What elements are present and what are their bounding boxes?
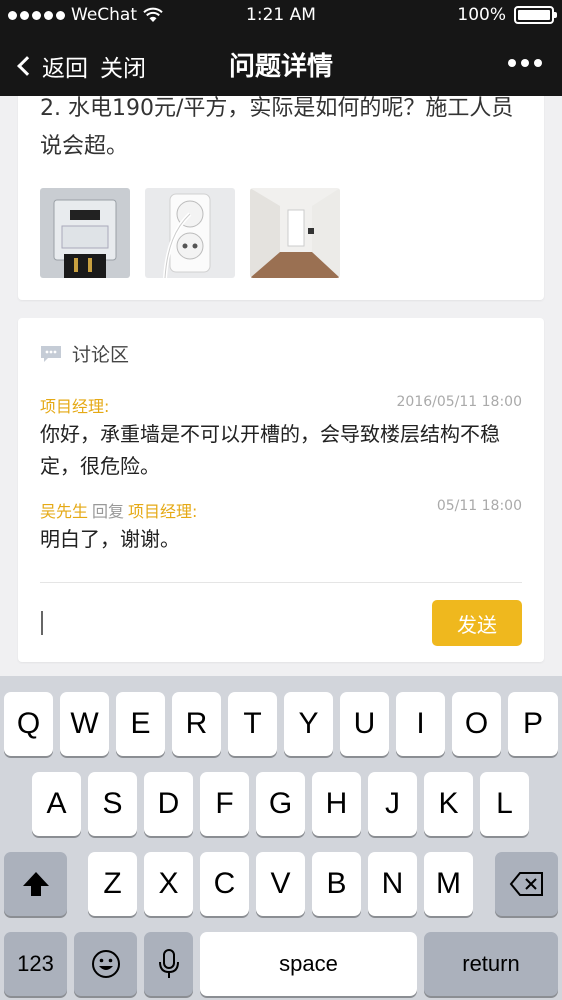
- nav-bar: 返回 关闭 问题详情: [0, 30, 562, 96]
- key-k[interactable]: K: [424, 772, 473, 836]
- key-u[interactable]: U: [340, 692, 389, 756]
- key-b[interactable]: B: [312, 852, 361, 916]
- return-key[interactable]: return: [424, 932, 558, 996]
- battery-percent: 100%: [457, 5, 506, 25]
- shift-key[interactable]: [4, 852, 67, 916]
- chat-bubble-icon: [41, 345, 61, 362]
- key-i[interactable]: I: [396, 692, 445, 756]
- battery-icon: [514, 6, 557, 24]
- key-q[interactable]: Q: [4, 692, 53, 756]
- key-c[interactable]: C: [200, 852, 249, 916]
- dictation-key[interactable]: [144, 932, 193, 996]
- key-t[interactable]: T: [228, 692, 277, 756]
- emoji-icon: [91, 950, 120, 978]
- backspace-icon: [509, 872, 543, 896]
- author-name[interactable]: 项目经理:: [40, 397, 109, 416]
- key-z[interactable]: Z: [88, 852, 137, 916]
- key-n[interactable]: N: [368, 852, 417, 916]
- key-w[interactable]: W: [60, 692, 109, 756]
- key-d[interactable]: D: [144, 772, 193, 836]
- key-h[interactable]: H: [312, 772, 361, 836]
- photo-electric-meter[interactable]: [40, 188, 130, 278]
- key-e[interactable]: E: [116, 692, 165, 756]
- photo-gallery: [40, 188, 340, 278]
- reply-target[interactable]: 项目经理:: [128, 502, 197, 521]
- delete-key[interactable]: [495, 852, 558, 916]
- key-m[interactable]: M: [424, 852, 473, 916]
- comment-input[interactable]: [41, 611, 43, 635]
- discussion-header: 讨论区: [40, 340, 129, 367]
- issue-description: 2. 水电190元/平方，实际是如何的呢？施工人员说会超。: [40, 96, 514, 159]
- numbers-key[interactable]: 123: [4, 932, 67, 996]
- comment-time: 2016/05/11 18:00: [396, 394, 523, 410]
- status-right: 100%: [457, 5, 557, 25]
- key-r[interactable]: R: [172, 692, 221, 756]
- key-x[interactable]: X: [144, 852, 193, 916]
- send-button[interactable]: 发送: [432, 600, 522, 646]
- comment-time: 05/11 18:00: [436, 498, 522, 514]
- key-a[interactable]: A: [32, 772, 81, 836]
- key-y[interactable]: Y: [284, 692, 333, 756]
- issue-card: 2. 水电190元/平方，实际是如何的呢？施工人员说会超。: [18, 60, 544, 300]
- space-key[interactable]: space: [200, 932, 417, 996]
- key-j[interactable]: J: [368, 772, 417, 836]
- author-name[interactable]: 吴先生: [40, 502, 88, 521]
- divider: [40, 582, 522, 583]
- discussion-card: 讨论区 项目经理: 2016/05/11 18:00 你好，承重墙是不可以开槽的…: [18, 318, 544, 662]
- more-icon[interactable]: [508, 59, 542, 67]
- status-bar: WeChat 1:21 AM 100%: [0, 0, 562, 30]
- key-f[interactable]: F: [200, 772, 249, 836]
- key-s[interactable]: S: [88, 772, 137, 836]
- key-g[interactable]: G: [256, 772, 305, 836]
- comment-author: 项目经理:: [40, 393, 109, 417]
- key-o[interactable]: O: [452, 692, 501, 756]
- page-title: 问题详情: [228, 52, 333, 82]
- microphone-icon: [158, 949, 179, 978]
- comment-body: 你好，承重墙是不可以开槽的，会导致楼层结构不稳定，很危险。: [40, 422, 500, 478]
- emoji-key[interactable]: [74, 932, 137, 996]
- photo-wall-socket[interactable]: [145, 188, 235, 278]
- photo-room[interactable]: [250, 188, 340, 278]
- comment-body: 明白了，谢谢。: [40, 527, 180, 551]
- keyboard: Q W E R T Y U I O P A S D F G H J K L Z …: [0, 676, 562, 1000]
- key-v[interactable]: V: [256, 852, 305, 916]
- shift-arrow-icon: [22, 872, 49, 896]
- discussion-title: 讨论区: [72, 344, 130, 366]
- reply-label: 回复: [92, 502, 125, 521]
- comment-author: 吴先生 回复 项目经理:: [40, 498, 197, 522]
- key-p[interactable]: P: [508, 692, 558, 756]
- key-l[interactable]: L: [480, 772, 529, 836]
